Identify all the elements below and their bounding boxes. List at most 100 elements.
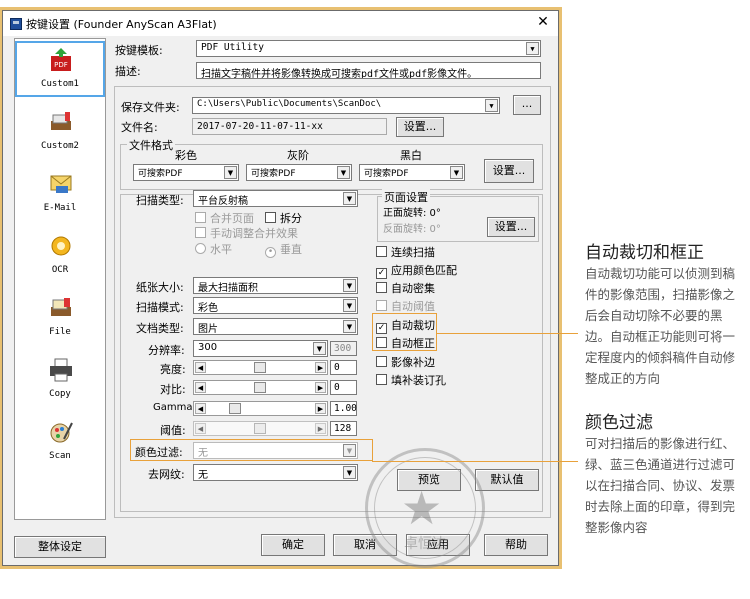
auto-density-checkbox[interactable]: 自动密集: [376, 280, 435, 296]
descreen-select[interactable]: 无 ▼: [193, 464, 358, 481]
sidebar-item-label: Custom1: [41, 79, 79, 89]
sidebar-item-copy[interactable]: Copy: [15, 351, 105, 407]
contrast-value[interactable]: 0: [330, 380, 357, 395]
sidebar-item-scan[interactable]: Scan: [15, 413, 105, 469]
resolution-label: 分辨率:: [148, 344, 185, 357]
arrow-right-icon: ▶: [315, 382, 326, 393]
brightness-value[interactable]: 0: [330, 360, 357, 375]
scan-type-value: 平台反射稿: [198, 196, 248, 207]
bw-format-label: 黑白: [400, 149, 422, 162]
description-field[interactable]: 扫描文字稿件并将影像转换成可搜索pdf文件或pdf影像文件。: [196, 62, 541, 79]
slider-thumb[interactable]: [254, 423, 266, 434]
resolution-value: 300: [198, 342, 218, 353]
scan-mode-value: 彩色: [198, 303, 218, 314]
slider-thumb[interactable]: [254, 362, 266, 373]
chevron-down-icon: ▼: [343, 320, 356, 333]
folder-value: C:\Users\Public\Documents\ScanDoc\: [197, 99, 382, 109]
sidebar-item-ocr[interactable]: OCR: [15, 227, 105, 283]
sidebar-item-email[interactable]: E-Mail: [15, 165, 105, 221]
help-button[interactable]: 帮助: [484, 534, 548, 556]
default-button[interactable]: 默认值: [475, 469, 539, 491]
manual-adjust-checkbox[interactable]: 手动调整合并效果: [195, 225, 298, 241]
contrast-slider[interactable]: ◀ ▶: [193, 380, 328, 395]
vertical-radio[interactable]: • 垂直: [265, 241, 302, 258]
paper-size-label: 纸张大小:: [136, 281, 184, 294]
arrow-left-icon: ◀: [195, 362, 206, 373]
scan-mode-select[interactable]: 彩色 ▼: [193, 297, 358, 314]
arrow-right-icon: ▶: [315, 403, 326, 414]
seal-text: 卓恒达: [404, 536, 446, 552]
chevron-down-icon: ▼: [343, 279, 356, 292]
template-select[interactable]: PDF Utility ▼: [196, 40, 541, 57]
checkbox-box: [195, 212, 206, 223]
image-fill-checkbox[interactable]: 影像补边: [376, 354, 435, 370]
slider-thumb[interactable]: [229, 403, 241, 414]
crop-annotation-body: 自动裁切功能可以侦测到稿件的影像范围，扫描影像之后会自动切除不必要的黑边。自动框…: [585, 266, 736, 386]
ok-button[interactable]: 确定: [261, 534, 325, 556]
descreen-value: 无: [198, 470, 208, 481]
paper-size-select[interactable]: 最大扫描面积 ▼: [193, 277, 358, 294]
resolution-custom-field[interactable]: 300: [330, 341, 357, 356]
filter-annotation-title: 颜色过滤: [585, 413, 653, 433]
page-settings-title: 页面设置: [382, 189, 430, 205]
auto-threshold-checkbox[interactable]: 自动阈值: [376, 298, 435, 314]
bw-format-value: 可搜索PDF: [364, 169, 409, 179]
sidebar-item-label: Scan: [49, 451, 71, 461]
threshold-slider[interactable]: ◀ ▶: [193, 421, 328, 436]
resolution-select[interactable]: 300 ▼: [193, 340, 328, 357]
checkbox-box: [376, 246, 387, 257]
back-rotation: 反面旋转: 0°: [383, 224, 441, 235]
fill-binding-checkbox[interactable]: 填补装订孔: [376, 372, 446, 388]
sidebar-item-label: Custom2: [41, 141, 79, 151]
color-match-checkbox[interactable]: ✓ 应用颜色匹配: [376, 262, 457, 279]
sidebar-item-custom1[interactable]: PDF Custom1: [15, 41, 105, 97]
checkbox-box: [265, 212, 276, 223]
crop-annotation-title: 自动裁切和框正: [585, 243, 704, 263]
close-icon[interactable]: ✕: [534, 13, 552, 31]
brightness-slider[interactable]: ◀ ▶: [193, 360, 328, 375]
continuous-scan-label: 连续扫描: [391, 246, 435, 259]
sidebar-item-file[interactable]: File: [15, 289, 105, 345]
slider-thumb[interactable]: [254, 382, 266, 393]
folder-label: 保存文件夹:: [121, 101, 180, 114]
threshold-value[interactable]: 128: [330, 421, 357, 436]
file-format-title: 文件格式: [127, 137, 175, 153]
checkbox-box: [376, 300, 387, 311]
ocr-icon: [48, 233, 74, 259]
page-settings-button[interactable]: 设置...: [487, 217, 535, 237]
bw-format-select[interactable]: 可搜索PDF ▼: [359, 164, 465, 181]
radio-circle: •: [265, 247, 276, 258]
merge-pages-checkbox[interactable]: 合并页面: [195, 210, 254, 226]
sidebar-item-label: File: [49, 327, 71, 337]
filename-settings-button[interactable]: 设置...: [396, 117, 444, 137]
color-filter-highlight: [130, 439, 373, 461]
color-format-select[interactable]: 可搜索PDF ▼: [133, 164, 239, 181]
gamma-slider[interactable]: ◀ ▶: [193, 401, 328, 416]
auto-crop-highlight: [372, 313, 437, 351]
scan-type-select[interactable]: 平台反射稿 ▼: [193, 190, 358, 207]
file-icon: [48, 295, 74, 321]
checkbox-box: [376, 282, 387, 293]
filename-field[interactable]: 2017-07-20-11-07-11-xx: [192, 118, 387, 135]
vertical-label: 垂直: [280, 243, 302, 256]
radio-circle: [195, 243, 206, 254]
doc-type-select[interactable]: 图片 ▼: [193, 318, 358, 335]
global-settings-button[interactable]: 整体设定: [14, 536, 106, 558]
pdf-icon: PDF: [48, 47, 74, 73]
chevron-down-icon: ▼: [343, 192, 356, 205]
horizontal-radio[interactable]: 水平: [195, 241, 232, 257]
format-settings-button[interactable]: 设置...: [484, 159, 534, 183]
sidebar-item-custom2[interactable]: Custom2: [15, 103, 105, 159]
company-seal: ★ 卓恒达: [365, 448, 485, 568]
continuous-scan-checkbox[interactable]: 连续扫描: [376, 244, 435, 260]
split-checkbox[interactable]: 拆分: [265, 210, 302, 226]
auto-threshold-label: 自动阈值: [391, 300, 435, 313]
filter-callout-line: [372, 461, 578, 462]
split-label: 拆分: [280, 212, 302, 225]
browse-button[interactable]: ...: [513, 95, 541, 115]
folder-select[interactable]: C:\Users\Public\Documents\ScanDoc\ ▼: [192, 97, 500, 114]
app-icon: [10, 17, 22, 30]
checkbox-box: ✓: [376, 268, 387, 279]
gamma-value[interactable]: 1.00: [330, 401, 357, 416]
gray-format-select[interactable]: 可搜索PDF ▼: [246, 164, 352, 181]
